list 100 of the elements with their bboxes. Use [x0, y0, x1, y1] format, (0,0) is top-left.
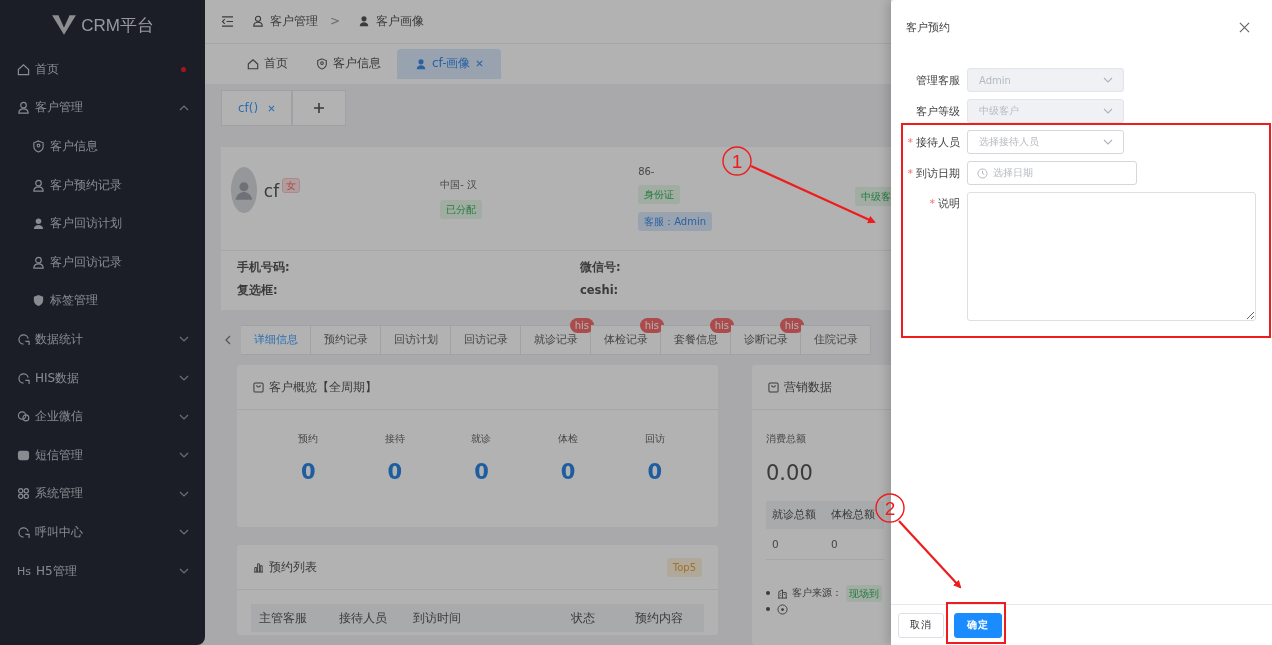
building-icon	[777, 587, 788, 599]
page-tab[interactable]: 客户信息	[304, 48, 393, 79]
nav-subitem[interactable]: 客户回访记录	[0, 242, 205, 282]
shieldsolid-icon	[32, 294, 45, 308]
stat-value: 0	[474, 460, 489, 484]
usersolid-icon	[32, 217, 45, 231]
shield-icon	[316, 57, 328, 70]
chevron-down-icon	[1103, 139, 1113, 145]
textarea-field[interactable]	[967, 192, 1256, 321]
staff-tag: 客服：Admin	[638, 211, 712, 231]
user-icon	[32, 255, 45, 269]
nav-item[interactable]: 企业微信	[0, 397, 205, 436]
bag-icon	[768, 381, 779, 393]
stat-value: 0	[647, 460, 662, 484]
chevron-left-icon[interactable]	[225, 334, 231, 345]
card-title: 营销数据	[784, 378, 832, 396]
detail-tab[interactable]: 预约记录	[311, 324, 381, 355]
field-label: 微信号:	[580, 259, 622, 275]
field-label: 到访日期	[916, 166, 960, 180]
nav-item[interactable]: 短信管理	[0, 435, 205, 475]
shield-icon	[32, 140, 45, 153]
field-label: 手机号码:	[237, 259, 291, 275]
stat-value: 0	[387, 460, 403, 484]
h5-icon: Hs	[17, 564, 31, 578]
stat-value: 0	[301, 460, 316, 484]
user-icon	[32, 178, 45, 192]
plus-icon	[314, 103, 325, 114]
refresh-icon	[17, 332, 30, 346]
nav-subitem[interactable]: 客户回访计划	[0, 204, 205, 243]
field-label: 管理客服	[916, 73, 960, 87]
app-title: CRM平台	[81, 14, 154, 37]
id-type-tag: 身份证	[638, 184, 681, 204]
stat-label: 回访	[644, 432, 665, 446]
status-tag: 已分配	[440, 199, 483, 219]
phone-code-text: 86-	[638, 165, 655, 177]
total-value: 0.00	[766, 461, 813, 485]
table-cell-text: 0	[771, 538, 780, 550]
column-header: 接待人员	[338, 610, 388, 626]
home-icon	[247, 57, 259, 70]
nav-item[interactable]: 呼叫中心	[0, 513, 205, 552]
arrow	[898, 520, 962, 589]
page-tab[interactable]: 首页	[235, 48, 300, 79]
nav-subitem[interactable]: 客户预约记录	[0, 165, 205, 205]
clock-icon	[977, 167, 988, 179]
column-header: 状态	[570, 610, 596, 626]
nav-item[interactable]: 数据统计	[0, 320, 205, 359]
source-label: 客户来源：	[792, 586, 842, 600]
required-mark: *	[907, 135, 913, 149]
nav-item[interactable]: 系统管理	[0, 474, 205, 514]
detail-tab[interactable]: 回访记录	[451, 324, 521, 355]
breadcrumb-separator: >	[330, 14, 341, 29]
table-cell-text: 0	[830, 538, 839, 550]
nav-subitem[interactable]: 客户信息	[0, 127, 205, 166]
gender-tag: 女	[282, 177, 301, 193]
stat-label: 体检	[558, 432, 579, 446]
field-label: 说明	[938, 197, 960, 210]
nav-item[interactable]: 首页	[0, 50, 205, 89]
user-icon	[17, 101, 30, 115]
nav-item[interactable]: Hs H5管理	[0, 551, 205, 591]
close-icon[interactable]	[1239, 21, 1250, 33]
detail-tab[interactable]: 详细信息	[241, 324, 311, 355]
breadcrumb-current: 客户画像	[376, 12, 425, 30]
user-icon	[252, 15, 264, 28]
close-icon[interactable]	[268, 104, 276, 112]
customer-name: cf	[263, 180, 280, 201]
user-icon	[415, 57, 427, 70]
breadcrumb-link[interactable]: 客户管理	[270, 12, 318, 30]
detail-tab[interactable]: 住院记录	[801, 324, 871, 355]
column-header: 主管客服	[258, 610, 308, 626]
required-mark: *	[929, 197, 935, 210]
confirm-button[interactable]: 确定	[954, 612, 1002, 638]
stat-value: 0	[560, 460, 576, 484]
logo-icon	[51, 14, 78, 36]
field-label: 客户等级	[916, 104, 960, 118]
detail-tab[interactable]: 回访计划	[381, 324, 451, 355]
nav-item[interactable]: HIS数据	[0, 358, 205, 398]
close-icon[interactable]	[475, 60, 483, 68]
stat-label: 就诊	[471, 432, 492, 446]
field-label: 接待人员	[916, 135, 960, 149]
drawer-title: 客户预约	[906, 19, 950, 35]
nav-subitem[interactable]: 标签管理	[0, 281, 205, 321]
menu-fold-icon[interactable]	[221, 15, 234, 27]
field-label: 复选框:	[237, 282, 279, 298]
avatar	[231, 166, 257, 213]
grid-icon	[17, 487, 30, 501]
refresh-icon	[17, 525, 30, 539]
highlight-frame	[946, 602, 1006, 644]
user-icon	[358, 15, 371, 28]
chevron-down-icon	[1103, 77, 1113, 83]
column-header: 到访时间	[412, 610, 462, 626]
required-mark: *	[907, 166, 913, 180]
refresh-icon	[17, 371, 30, 385]
card-title: 客户概览【全周期】	[269, 378, 377, 396]
total-label: 消费总额	[766, 432, 806, 446]
column-header: 就诊总额	[771, 508, 817, 522]
chat-icon	[17, 410, 30, 424]
bag-icon	[253, 381, 264, 393]
cancel-button[interactable]: 取消	[898, 612, 944, 638]
nav-item[interactable]: 客户管理	[0, 88, 205, 128]
home-icon	[17, 62, 30, 76]
